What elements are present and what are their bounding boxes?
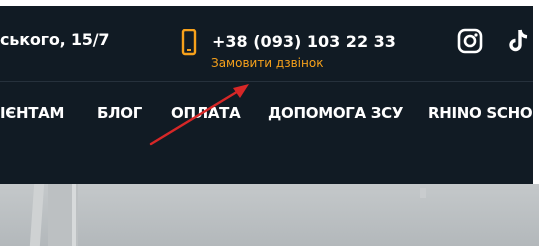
nav-item-help-zsu[interactable]: ДОПОМОГА ЗСУ (268, 104, 403, 122)
request-callback-link[interactable]: Замовити дзвінок (211, 56, 323, 70)
hero-beam (72, 184, 76, 246)
nav-item-payment[interactable]: ОПЛАТА (171, 104, 241, 122)
nav-item-clients[interactable]: ІЄНТАМ (0, 104, 64, 122)
tiktok-icon[interactable] (508, 28, 532, 54)
instagram-icon[interactable] (457, 28, 483, 54)
address-text: ського, 15/7 (0, 30, 110, 49)
site-header: ського, 15/7 +38 (093) 103 22 33 Замовит… (0, 6, 539, 184)
header-divider (0, 81, 533, 82)
smartphone-icon (180, 28, 198, 57)
phone-number-link[interactable]: +38 (093) 103 22 33 (212, 32, 396, 51)
hero-detail (420, 188, 426, 198)
nav-item-rhino-school[interactable]: RHINO SCHOO (428, 104, 539, 122)
hero-beam (29, 184, 45, 246)
nav-item-blog[interactable]: БЛОГ (97, 104, 142, 122)
hero-image (0, 184, 539, 246)
